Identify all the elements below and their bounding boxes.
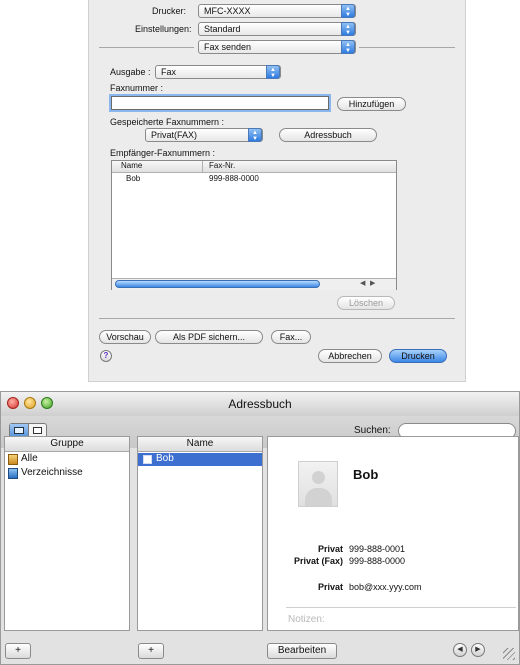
group-column: Gruppe Alle Verzeichnisse xyxy=(4,436,130,631)
delete-button[interactable]: Löschen xyxy=(337,296,395,310)
printer-popup[interactable]: MFC-XXXX ▲ ▼ xyxy=(198,4,356,18)
table-header: Name Fax-Nr. xyxy=(112,161,396,173)
field-label[interactable]: Privat xyxy=(318,544,343,554)
separator xyxy=(359,47,455,48)
panel-popup[interactable]: Fax senden ▲ ▼ xyxy=(198,40,356,54)
horizontal-scrollbar[interactable]: ◀ ▶ xyxy=(112,278,396,290)
group-label: Alle xyxy=(21,453,38,464)
print-button[interactable]: Drucken xyxy=(389,349,447,363)
email-value[interactable]: bob@xxx.yyy.com xyxy=(349,582,422,592)
window-title: Adressbuch xyxy=(228,397,292,411)
contact-photo[interactable] xyxy=(298,461,338,507)
search-label: Suchen: xyxy=(354,425,391,436)
directory-icon xyxy=(8,468,18,479)
group-item-directories[interactable]: Verzeichnisse xyxy=(7,467,127,480)
settings-popup[interactable]: Standard ▲ ▼ xyxy=(198,22,356,36)
edit-button[interactable]: Bearbeiten xyxy=(267,643,337,659)
cancel-button[interactable]: Abbrechen xyxy=(318,349,382,363)
scrollbar-thumb[interactable] xyxy=(115,280,320,288)
settings-value: Standard xyxy=(204,24,241,34)
fax-number-label: Faxnummer : xyxy=(110,83,164,93)
output-value: Fax xyxy=(161,67,177,77)
popup-arrows-icon: ▲ ▼ xyxy=(248,128,262,142)
address-book-window: Adressbuch Suchen: Gruppe Alle Verzeichn… xyxy=(0,391,520,665)
printer-label: Drucker: xyxy=(152,6,187,16)
contact-name: Bob xyxy=(353,467,379,482)
fax-value[interactable]: 999-888-0000 xyxy=(349,556,405,566)
fax-button[interactable]: Fax... xyxy=(271,330,311,344)
settings-label: Einstellungen: xyxy=(135,24,192,34)
contact-card-icon xyxy=(143,455,152,464)
popup-arrows-icon: ▲ ▼ xyxy=(341,4,355,18)
add-contact-button[interactable]: + xyxy=(138,643,164,659)
resize-grip-icon[interactable] xyxy=(503,648,515,660)
print-dialog: Drucker: MFC-XXXX ▲ ▼ Einstellungen: Stan… xyxy=(88,0,466,382)
address-book-button[interactable]: Adressbuch xyxy=(279,128,377,142)
name-column: Name Bob xyxy=(137,436,263,631)
column-header-fax[interactable]: Fax-Nr. xyxy=(209,161,235,170)
output-label: Ausgabe : xyxy=(110,67,151,77)
contact-card: Bob Privat 999-888-0001 Privat (Fax) 999… xyxy=(267,436,519,631)
name-label: Bob xyxy=(156,453,174,464)
popup-arrows-icon: ▲ ▼ xyxy=(341,22,355,36)
name-item-selected[interactable]: Bob xyxy=(138,453,262,466)
separator xyxy=(99,318,455,319)
previous-card-icon[interactable]: ◀ xyxy=(453,643,467,657)
help-icon[interactable]: ? xyxy=(100,350,112,362)
column-divider xyxy=(202,161,203,172)
group-column-header[interactable]: Gruppe xyxy=(5,437,129,452)
next-card-icon[interactable]: ▶ xyxy=(471,643,485,657)
field-label[interactable]: Privat xyxy=(318,582,343,592)
recipient-fax: 999-888-0000 xyxy=(209,174,259,183)
title-bar[interactable]: Adressbuch xyxy=(1,392,519,417)
notes-divider xyxy=(286,607,516,608)
recipients-label: Empfänger-Faxnummern : xyxy=(110,148,216,158)
popup-arrows-icon: ▲ ▼ xyxy=(341,40,355,54)
separator xyxy=(99,47,194,48)
group-card-icon xyxy=(8,454,18,465)
saved-numbers-value: Privat(FAX) xyxy=(151,130,198,140)
panel-value: Fax senden xyxy=(204,42,252,52)
column-header-name[interactable]: Name xyxy=(121,161,142,170)
fax-number-input[interactable] xyxy=(111,96,329,110)
phone-value[interactable]: 999-888-0001 xyxy=(349,544,405,554)
recipients-table: Name Fax-Nr. Bob 999-888-0000 ◀ ▶ xyxy=(111,160,397,290)
output-popup[interactable]: Fax ▲ ▼ xyxy=(155,65,281,79)
saved-numbers-label: Gespeicherte Faxnummern : xyxy=(110,117,225,127)
group-label: Verzeichnisse xyxy=(21,467,83,478)
add-number-button[interactable]: Hinzufügen xyxy=(337,97,406,111)
printer-value: MFC-XXXX xyxy=(204,6,251,16)
scroll-left-icon[interactable]: ◀ xyxy=(360,279,365,287)
save-as-pdf-button[interactable]: Als PDF sichern... xyxy=(155,330,263,344)
scroll-right-icon[interactable]: ▶ xyxy=(370,279,375,287)
field-label[interactable]: Privat (Fax) xyxy=(294,556,343,566)
recipient-name: Bob xyxy=(126,174,141,183)
preview-button[interactable]: Vorschau xyxy=(99,330,151,344)
add-group-button[interactable]: + xyxy=(5,643,31,659)
popup-arrows-icon: ▲ ▼ xyxy=(266,65,280,79)
name-column-header[interactable]: Name xyxy=(138,437,262,452)
table-row[interactable]: Bob 999-888-0000 xyxy=(112,174,396,185)
saved-numbers-popup[interactable]: Privat(FAX) ▲ ▼ xyxy=(145,128,263,142)
group-item-all[interactable]: Alle xyxy=(7,453,127,466)
notes-label[interactable]: Notizen: xyxy=(288,614,325,625)
